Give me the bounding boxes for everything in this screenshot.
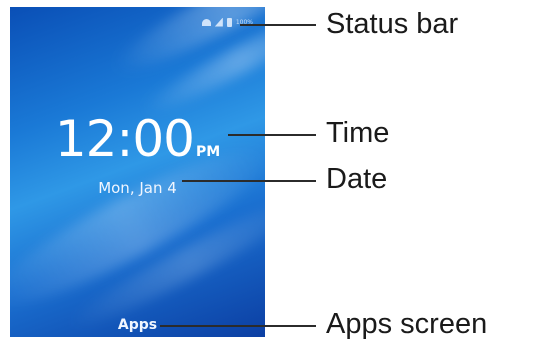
clock-ampm: PM bbox=[195, 144, 221, 160]
phone-screen: 100% 12:00 PM Mon, Jan 4 Apps bbox=[10, 7, 265, 337]
status-bar: 100% bbox=[201, 16, 253, 28]
wifi-icon bbox=[201, 18, 211, 26]
signal-icon bbox=[214, 17, 223, 27]
time-leader-line bbox=[228, 134, 316, 136]
battery-icon bbox=[226, 17, 232, 27]
clock-time: 12:00 PM bbox=[10, 110, 265, 168]
callout-status-bar: Status bar bbox=[326, 8, 459, 40]
callout-date: Date bbox=[326, 163, 388, 195]
apps-screen-leader-line bbox=[160, 325, 316, 327]
clock-digits: 12:00 bbox=[54, 110, 195, 168]
date-leader-line bbox=[182, 180, 316, 182]
status-bar-leader-line bbox=[240, 24, 316, 26]
callout-apps-screen: Apps screen bbox=[326, 308, 488, 340]
callout-time: Time bbox=[326, 117, 390, 149]
